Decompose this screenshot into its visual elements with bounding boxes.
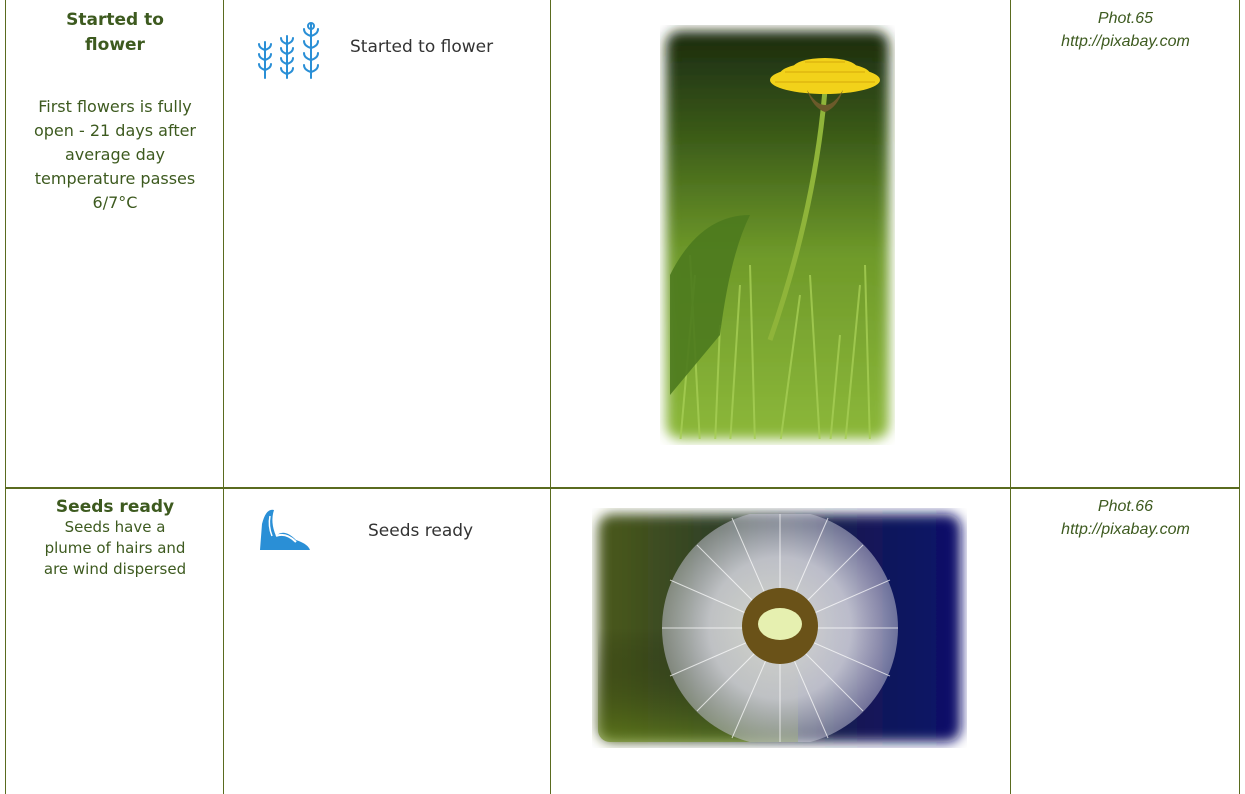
row-1-photo-number: Phot.65 (1097, 10, 1154, 27)
row-1-photo-source: http://pixabay.com (1061, 33, 1190, 50)
dandelion-seed-head-photo (592, 508, 967, 748)
row-2-title: Seeds ready (55, 497, 175, 517)
row-2-description: Seeds have a plume of hairs and are wind… (43, 518, 187, 578)
row-1-stage-label: Started to flower (350, 37, 494, 57)
row-2-photo-number: Phot.66 (1097, 498, 1154, 515)
table-left-border (5, 0, 6, 794)
flowering-plants-icon (255, 20, 325, 82)
row-2-stage-label: Seeds ready (368, 521, 474, 541)
seed-plume-icon (256, 506, 312, 552)
row-1-description: First flowers is fully open - 21 days af… (33, 97, 197, 212)
table-right-border (1239, 0, 1240, 794)
row-1-title: Started to flower (66, 10, 164, 55)
column-divider-3 (1010, 0, 1011, 794)
dandelion-flower-photo (660, 25, 895, 445)
column-divider-1 (223, 0, 224, 794)
column-divider-2 (550, 0, 551, 794)
row-divider (5, 487, 1240, 489)
row-2-photo-source: http://pixabay.com (1061, 521, 1190, 538)
